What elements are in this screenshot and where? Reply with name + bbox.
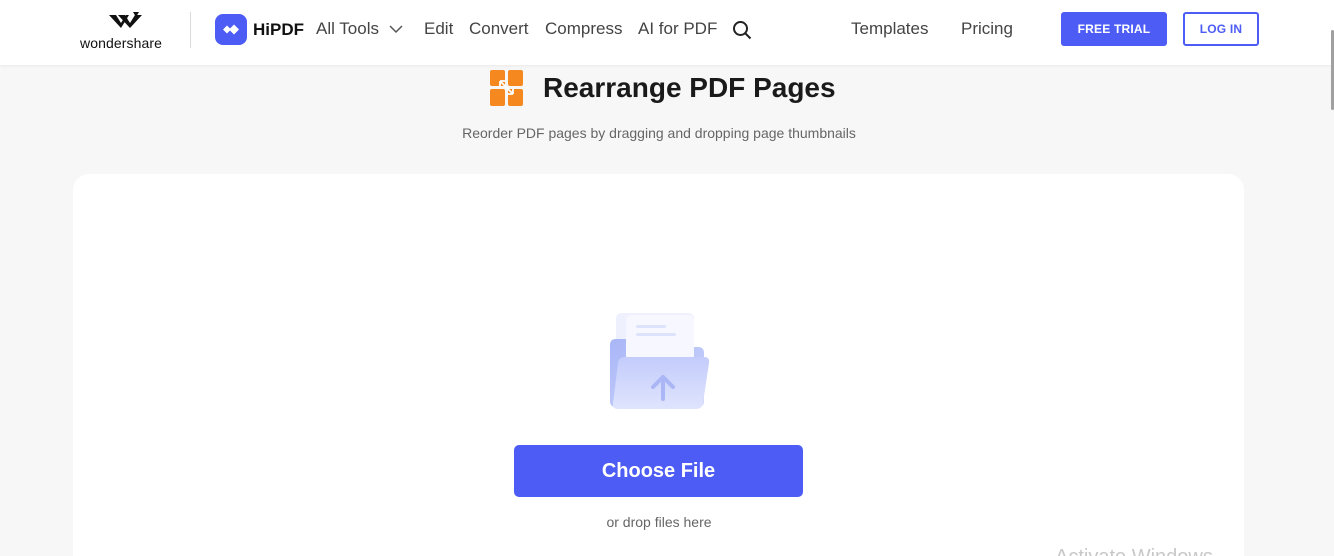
nav-pricing[interactable]: Pricing (961, 19, 1013, 39)
hipdf-logo[interactable]: HiPDF (215, 14, 304, 45)
nav-edit[interactable]: Edit (424, 19, 453, 39)
header-divider (190, 12, 191, 48)
nav-all-tools-label: All Tools (316, 19, 379, 38)
rearrange-icon (490, 70, 523, 106)
search-icon[interactable] (732, 20, 752, 40)
hipdf-wordmark: HiPDF (253, 19, 304, 39)
nav-convert[interactable]: Convert (469, 19, 529, 39)
drop-files-hint: or drop files here (606, 514, 712, 530)
top-navbar: wondershare HiPDF All Tools Edit Convert… (0, 0, 1334, 65)
wondershare-wordmark: wondershare (80, 35, 163, 51)
nav-templates[interactable]: Templates (851, 19, 928, 39)
choose-file-button[interactable]: Choose File (514, 445, 803, 497)
windows-activation-watermark: Activate Windows (1055, 546, 1213, 556)
nav-compress[interactable]: Compress (545, 19, 622, 39)
nav-ai-for-pdf[interactable]: AI for PDF (638, 19, 717, 39)
chevron-down-icon (389, 24, 403, 33)
hipdf-icon (215, 14, 247, 45)
free-trial-button[interactable]: FREE TRIAL (1061, 12, 1167, 46)
wondershare-logo[interactable]: wondershare (80, 11, 174, 51)
nav-all-tools[interactable]: All Tools (316, 19, 403, 39)
page-title: Rearrange PDF Pages (543, 72, 836, 103)
page-subtitle: Reorder PDF pages by dragging and droppi… (462, 125, 856, 141)
login-button[interactable]: LOG IN (1183, 12, 1259, 46)
wondershare-mark-icon (109, 12, 142, 28)
folder-upload-icon (610, 313, 710, 409)
tool-title-row: Rearrange PDF Pages (490, 70, 836, 106)
